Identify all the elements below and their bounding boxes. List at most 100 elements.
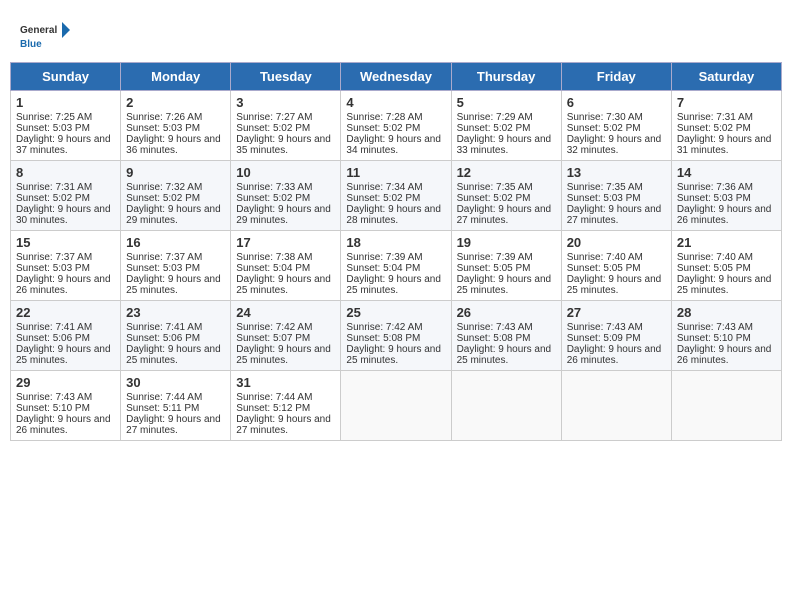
- sunset-label: Sunset: 5:03 PM: [16, 123, 90, 134]
- day-number: 19: [457, 235, 556, 250]
- day-number: 26: [457, 305, 556, 320]
- weekday-header-thursday: Thursday: [451, 63, 561, 91]
- sunrise-label: Sunrise: 7:43 AM: [567, 322, 643, 333]
- weekday-header-sunday: Sunday: [11, 63, 121, 91]
- sunrise-label: Sunrise: 7:43 AM: [16, 392, 92, 403]
- sunset-label: Sunset: 5:09 PM: [567, 333, 641, 344]
- day-number: 15: [16, 235, 115, 250]
- sunset-label: Sunset: 5:12 PM: [236, 403, 310, 414]
- calendar-cell: 20 Sunrise: 7:40 AMSunset: 5:05 PMDayligh…: [561, 231, 671, 301]
- sunrise-label: Sunrise: 7:31 AM: [677, 112, 753, 123]
- day-number: 28: [677, 305, 776, 320]
- daylight-label: Daylight: 9 hours and 25 minutes.: [126, 274, 221, 296]
- daylight-label: Daylight: 9 hours and 25 minutes.: [567, 274, 662, 296]
- calendar-cell: [671, 371, 781, 441]
- sunrise-label: Sunrise: 7:35 AM: [457, 182, 533, 193]
- daylight-label: Daylight: 9 hours and 25 minutes.: [346, 274, 441, 296]
- sunrise-label: Sunrise: 7:36 AM: [677, 182, 753, 193]
- calendar-cell: 3Sunrise: 7:27 AMSunset: 5:02 PMDaylight…: [231, 91, 341, 161]
- sunrise-label: Sunrise: 7:25 AM: [16, 112, 92, 123]
- daylight-label: Daylight: 9 hours and 30 minutes.: [16, 204, 111, 226]
- day-number: 14: [677, 165, 776, 180]
- calendar-cell: 28Sunrise: 7:43 AMSunset: 5:10 PMDayligh…: [671, 301, 781, 371]
- calendar-week-3: 15 Sunrise: 7:37 AMSunset: 5:03 PM Dayligh…: [11, 231, 782, 301]
- sunrise-label: Sunrise: 7:39 AM: [457, 252, 533, 263]
- day-number: 11: [346, 165, 445, 180]
- calendar-table: SundayMondayTuesdayWednesdayThursdayFrid…: [10, 62, 782, 441]
- daylight-label: Daylight: 9 hours and 33 minutes.: [457, 134, 552, 156]
- sunrise-label: Sunrise: 7:37 AM: [16, 252, 92, 263]
- header: General Blue: [10, 10, 782, 57]
- sunrise-label: Sunrise: 7:40 AM: [677, 252, 753, 263]
- calendar-cell: 10Sunrise: 7:33 AMSunset: 5:02 PMDayligh…: [231, 161, 341, 231]
- calendar-cell: 7Sunrise: 7:31 AMSunset: 5:02 PMDaylight…: [671, 91, 781, 161]
- daylight-label: Daylight: 9 hours and 28 minutes.: [346, 204, 441, 226]
- daylight-label: Daylight: 9 hours and 25 minutes.: [236, 274, 331, 296]
- daylight-label: Daylight: 9 hours and 37 minutes.: [16, 134, 111, 156]
- sunrise-label: Sunrise: 7:29 AM: [457, 112, 533, 123]
- sunset-label: Sunset: 5:03 PM: [16, 263, 90, 274]
- sunset-label: Sunset: 5:10 PM: [16, 403, 90, 414]
- calendar-cell: 1Sunrise: 7:25 AMSunset: 5:03 PMDaylight…: [11, 91, 121, 161]
- sunset-label: Sunset: 5:02 PM: [457, 193, 531, 204]
- daylight-label: Daylight: 9 hours and 26 minutes.: [567, 344, 662, 366]
- daylight-label: Daylight: 9 hours and 27 minutes.: [236, 414, 331, 436]
- day-number: 27: [567, 305, 666, 320]
- day-number: 22: [16, 305, 115, 320]
- sunrise-label: Sunrise: 7:26 AM: [126, 112, 202, 123]
- sunset-label: Sunset: 5:08 PM: [346, 333, 420, 344]
- sunrise-label: Sunrise: 7:38 AM: [236, 252, 312, 263]
- svg-text:Blue: Blue: [20, 39, 42, 50]
- calendar-cell: 17Sunrise: 7:38 AMSunset: 5:04 PMDayligh…: [231, 231, 341, 301]
- sunset-label: Sunset: 5:03 PM: [126, 123, 200, 134]
- day-number: 30: [126, 375, 225, 390]
- sunrise-label: Sunrise: 7:42 AM: [236, 322, 312, 333]
- sunset-label: Sunset: 5:02 PM: [236, 123, 310, 134]
- sunset-label: Sunset: 5:04 PM: [346, 263, 420, 274]
- calendar-cell: 30Sunrise: 7:44 AMSunset: 5:11 PMDayligh…: [121, 371, 231, 441]
- weekday-header-wednesday: Wednesday: [341, 63, 451, 91]
- sunrise-label: Sunrise: 7:39 AM: [346, 252, 422, 263]
- calendar-cell: 18 Sunrise: 7:39 AMSunset: 5:04 PMDayligh…: [341, 231, 451, 301]
- calendar-week-5: 29Sunrise: 7:43 AMSunset: 5:10 PMDayligh…: [11, 371, 782, 441]
- daylight-label: Daylight: 9 hours and 26 minutes.: [16, 414, 111, 436]
- sunset-label: Sunset: 5:06 PM: [126, 333, 200, 344]
- calendar-cell: 26Sunrise: 7:43 AMSunset: 5:08 PMDayligh…: [451, 301, 561, 371]
- daylight-label: Daylight: 9 hours and 27 minutes.: [126, 414, 221, 436]
- sunset-label: Sunset: 5:06 PM: [16, 333, 90, 344]
- daylight-label: Daylight: 9 hours and 25 minutes.: [457, 344, 552, 366]
- calendar-cell: 5Sunrise: 7:29 AMSunset: 5:02 PMDaylight…: [451, 91, 561, 161]
- day-number: 23: [126, 305, 225, 320]
- calendar-week-2: 8Sunrise: 7:31 AMSunset: 5:02 PMDaylight…: [11, 161, 782, 231]
- sunrise-label: Sunrise: 7:44 AM: [236, 392, 312, 403]
- sunset-label: Sunset: 5:07 PM: [236, 333, 310, 344]
- calendar-week-4: 22Sunrise: 7:41 AMSunset: 5:06 PMDayligh…: [11, 301, 782, 371]
- day-number: 29: [16, 375, 115, 390]
- calendar-cell: [341, 371, 451, 441]
- day-number: 21: [677, 235, 776, 250]
- day-number: 2: [126, 95, 225, 110]
- day-number: 5: [457, 95, 556, 110]
- sunset-label: Sunset: 5:05 PM: [567, 263, 641, 274]
- sunrise-label: Sunrise: 7:44 AM: [126, 392, 202, 403]
- sunrise-label: Sunrise: 7:33 AM: [236, 182, 312, 193]
- sunrise-label: Sunrise: 7:40 AM: [567, 252, 643, 263]
- sunset-label: Sunset: 5:08 PM: [457, 333, 531, 344]
- calendar-cell: 6Sunrise: 7:30 AMSunset: 5:02 PMDaylight…: [561, 91, 671, 161]
- day-number: 25: [346, 305, 445, 320]
- sunset-label: Sunset: 5:05 PM: [457, 263, 531, 274]
- calendar-cell: 29 Sunrise: 7:43 AMSunset: 5:10 PMDayligh…: [11, 371, 121, 441]
- sunset-label: Sunset: 5:10 PM: [677, 333, 751, 344]
- calendar-cell: 12Sunrise: 7:35 AMSunset: 5:02 PMDayligh…: [451, 161, 561, 231]
- calendar-cell: 11Sunrise: 7:34 AMSunset: 5:02 PMDayligh…: [341, 161, 451, 231]
- day-number: 20: [567, 235, 666, 250]
- calendar-cell: 22Sunrise: 7:41 AMSunset: 5:06 PMDayligh…: [11, 301, 121, 371]
- calendar-cell: [451, 371, 561, 441]
- daylight-label: Daylight: 9 hours and 25 minutes.: [677, 274, 772, 296]
- sunset-label: Sunset: 5:05 PM: [677, 263, 751, 274]
- calendar-cell: 13Sunrise: 7:35 AMSunset: 5:03 PMDayligh…: [561, 161, 671, 231]
- sunset-label: Sunset: 5:02 PM: [16, 193, 90, 204]
- day-number: 18: [346, 235, 445, 250]
- calendar-week-1: 1Sunrise: 7:25 AMSunset: 5:03 PMDaylight…: [11, 91, 782, 161]
- calendar-cell: 31Sunrise: 7:44 AMSunset: 5:12 PMDayligh…: [231, 371, 341, 441]
